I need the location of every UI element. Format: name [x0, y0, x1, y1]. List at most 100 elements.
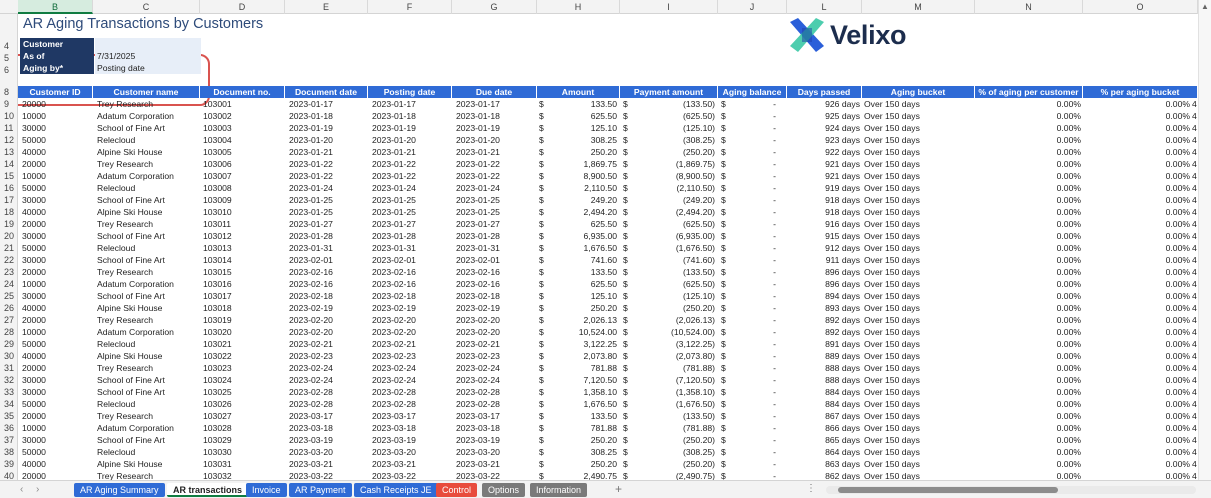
cell-document-no[interactable]: 103024 [203, 374, 283, 386]
cell-pct-per-bucket[interactable]: 0.00% [1086, 242, 1190, 254]
row-number[interactable]: 40 [0, 470, 17, 480]
cell-payment-amount[interactable]: (3,122.25) [632, 338, 715, 350]
cell-customer-name[interactable]: Relecloud [97, 446, 201, 458]
cell-pct-per-customer[interactable]: 0.00% [978, 278, 1081, 290]
cell-due-date[interactable]: 2023-03-18 [456, 422, 536, 434]
cell-due-date[interactable]: 2023-01-21 [456, 146, 536, 158]
row-number[interactable]: 25 [0, 290, 17, 302]
cell-document-date[interactable]: 2023-03-21 [289, 458, 369, 470]
cell-amount[interactable]: 781.88 [548, 362, 617, 374]
cell-document-no[interactable]: 103004 [203, 134, 283, 146]
cell-posting-date[interactable]: 2023-01-18 [372, 110, 452, 122]
cell-aging-balance[interactable]: - [730, 410, 776, 422]
cell-pct-per-customer[interactable]: 0.00% [978, 182, 1081, 194]
cell-posting-date[interactable]: 2023-02-20 [372, 326, 452, 338]
add-sheet-icon[interactable]: + [615, 482, 622, 496]
cell-posting-date[interactable]: 2023-02-28 [372, 386, 452, 398]
sheet-tab[interactable]: AR Aging Summary [74, 483, 165, 497]
cell-days-passed[interactable]: 915 days [788, 230, 860, 242]
cell-payment-amount[interactable]: (1,869.75) [632, 158, 715, 170]
cell-posting-date[interactable]: 2023-01-31 [372, 242, 452, 254]
cell-aging-bucket[interactable]: Over 150 days [864, 194, 974, 206]
cell-due-date[interactable]: 2023-02-24 [456, 362, 536, 374]
cell-due-date[interactable]: 2023-02-20 [456, 314, 536, 326]
cell-due-date[interactable]: 2023-02-24 [456, 374, 536, 386]
cell-days-passed[interactable]: 918 days [788, 194, 860, 206]
cell-customer-id[interactable]: 40000 [22, 302, 92, 314]
cell-document-date[interactable]: 2023-02-28 [289, 398, 369, 410]
sheet-tab[interactable]: Invoice [246, 483, 287, 497]
cell-document-date[interactable]: 2023-02-16 [289, 278, 369, 290]
cell-customer-id[interactable]: 40000 [22, 206, 92, 218]
scroll-up-icon[interactable]: ▲ [1201, 2, 1209, 11]
cell-customer-id[interactable]: 30000 [22, 194, 92, 206]
cell-document-date[interactable]: 2023-02-19 [289, 302, 369, 314]
cell-amount[interactable]: 741.60 [548, 254, 617, 266]
cell-document-date[interactable]: 2023-02-18 [289, 290, 369, 302]
cell-pct-per-bucket[interactable]: 0.00% [1086, 278, 1190, 290]
cell-document-date[interactable]: 2023-01-17 [289, 98, 369, 110]
cell-pct-per-bucket[interactable]: 0.00% [1086, 122, 1190, 134]
cell-aging-bucket[interactable]: Over 150 days [864, 146, 974, 158]
cell-customer-id[interactable]: 20000 [22, 362, 92, 374]
row-number[interactable]: 30 [0, 350, 17, 362]
cell-amount[interactable]: 10,524.00 [548, 326, 617, 338]
cell-aging-bucket[interactable]: Over 150 days [864, 158, 974, 170]
cell-days-passed[interactable]: 866 days [788, 422, 860, 434]
row-number[interactable]: 32 [0, 374, 17, 386]
cell-payment-amount[interactable]: (133.50) [632, 266, 715, 278]
cell-posting-date[interactable]: 2023-02-23 [372, 350, 452, 362]
cell-customer-name[interactable]: Trey Research [97, 98, 201, 110]
cell-days-passed[interactable]: 894 days [788, 290, 860, 302]
row-number[interactable]: 14 [0, 158, 17, 170]
cell-posting-date[interactable]: 2023-01-19 [372, 122, 452, 134]
cell-document-no[interactable]: 103003 [203, 122, 283, 134]
sheet-tab[interactable]: Options [482, 483, 526, 497]
cell-pct-per-customer[interactable]: 0.00% [978, 398, 1081, 410]
cell-aging-bucket[interactable]: Over 150 days [864, 266, 974, 278]
cell-aging-balance[interactable]: - [730, 230, 776, 242]
cell-customer-name[interactable]: School of Fine Art [97, 290, 201, 302]
cell-aging-balance[interactable]: - [730, 254, 776, 266]
cell-amount[interactable]: 250.20 [548, 146, 617, 158]
row-number[interactable]: 11 [0, 122, 17, 134]
cell-amount[interactable]: 625.50 [548, 218, 617, 230]
cell-pct-per-customer[interactable]: 0.00% [978, 422, 1081, 434]
cell-aging-balance[interactable]: - [730, 398, 776, 410]
cell-due-date[interactable]: 2023-02-21 [456, 338, 536, 350]
cell-pct-per-bucket[interactable]: 0.00% [1086, 218, 1190, 230]
cell-payment-amount[interactable]: (8,900.50) [632, 170, 715, 182]
cell-pct-per-bucket[interactable]: 0.00% [1086, 230, 1190, 242]
cell-days-passed[interactable]: 867 days [788, 410, 860, 422]
column-header-c[interactable]: C [93, 0, 200, 14]
cell-document-no[interactable]: 103017 [203, 290, 283, 302]
cell-aging-balance[interactable]: - [730, 218, 776, 230]
cell-days-passed[interactable]: 892 days [788, 314, 860, 326]
cell-pct-per-customer[interactable]: 0.00% [978, 386, 1081, 398]
cell-aging-balance[interactable]: - [730, 350, 776, 362]
sheet-tab[interactable]: Information [530, 483, 588, 497]
cell-customer-name[interactable]: School of Fine Art [97, 434, 201, 446]
cell-aging-bucket[interactable]: Over 150 days [864, 218, 974, 230]
cell-due-date[interactable]: 2023-01-19 [456, 122, 536, 134]
cell-customer-name[interactable]: Trey Research [97, 158, 201, 170]
cell-document-date[interactable]: 2023-02-28 [289, 386, 369, 398]
cell-document-no[interactable]: 103020 [203, 326, 283, 338]
row-number[interactable]: 15 [0, 170, 17, 182]
cell-pct-per-customer[interactable]: 0.00% [978, 302, 1081, 314]
cell-customer-id[interactable]: 10000 [22, 326, 92, 338]
cell-pct-per-bucket[interactable]: 0.00% [1086, 398, 1190, 410]
cell-posting-date[interactable]: 2023-02-01 [372, 254, 452, 266]
worksheet[interactable]: AR Aging Transactions by Customers Custo… [18, 14, 1198, 480]
cell-aging-bucket[interactable]: Over 150 days [864, 470, 974, 480]
column-header-f[interactable]: F [368, 0, 452, 14]
cell-customer-name[interactable]: School of Fine Art [97, 386, 201, 398]
cell-customer-id[interactable]: 10000 [22, 422, 92, 434]
cell-document-no[interactable]: 103009 [203, 194, 283, 206]
row-number[interactable]: 9 [0, 98, 17, 110]
cell-aging-bucket[interactable]: Over 150 days [864, 98, 974, 110]
cell-due-date[interactable]: 2023-02-16 [456, 278, 536, 290]
column-header-m[interactable]: M [862, 0, 975, 14]
cell-posting-date[interactable]: 2023-03-17 [372, 410, 452, 422]
cell-pct-per-bucket[interactable]: 0.00% [1086, 266, 1190, 278]
